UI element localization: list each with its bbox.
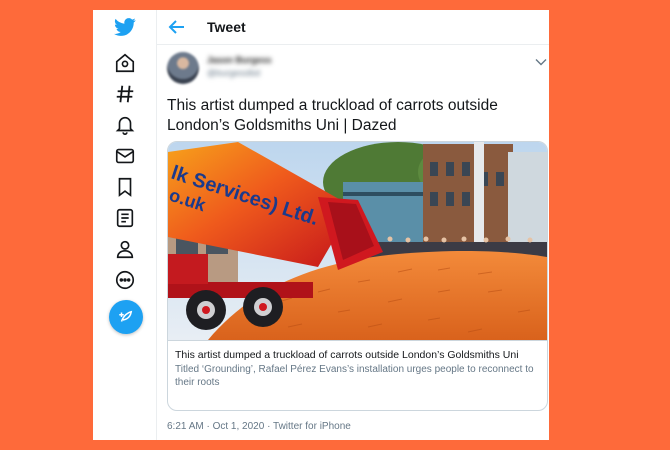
chevron-down-icon[interactable] bbox=[535, 58, 547, 66]
card-image[interactable]: lk Services) Ltd. o.uk bbox=[168, 142, 547, 340]
sidebar-nav bbox=[93, 10, 157, 440]
more-icon[interactable] bbox=[113, 268, 137, 292]
compose-icon bbox=[119, 310, 133, 322]
bookmark-icon[interactable] bbox=[113, 175, 137, 199]
home-icon[interactable] bbox=[113, 51, 137, 75]
tweet-date[interactable]: Oct 1, 2020 bbox=[213, 421, 265, 432]
twitter-logo-icon[interactable] bbox=[113, 15, 137, 39]
card-body[interactable]: This artist dumped a truckload of carrot… bbox=[168, 340, 547, 410]
author-name[interactable]: Jason Burgess bbox=[207, 55, 272, 65]
page-title: Tweet bbox=[207, 19, 246, 35]
avatar[interactable] bbox=[167, 52, 199, 84]
profile-icon[interactable] bbox=[113, 237, 137, 261]
page-header: Tweet bbox=[157, 10, 549, 45]
bell-icon[interactable] bbox=[113, 113, 137, 137]
back-arrow-icon[interactable] bbox=[167, 18, 187, 36]
tweet-text-line: London’s Goldsmiths Uni | Dazed bbox=[167, 117, 397, 134]
tweet-source: Twitter for iPhone bbox=[273, 421, 351, 432]
compose-tweet-button[interactable] bbox=[109, 300, 143, 334]
meta-separator: · bbox=[264, 421, 274, 432]
author-handle[interactable]: @burgesslbd bbox=[207, 68, 260, 78]
tweet-text: This artist dumped a truckload of carrot… bbox=[167, 96, 537, 136]
meta-separator: · bbox=[203, 421, 213, 432]
app-window: Tweet Jason Burgess @burgesslbd This art… bbox=[93, 10, 549, 440]
tweet-text-line: This artist dumped a truckload of carrot… bbox=[167, 97, 498, 114]
tweet-time[interactable]: 6:21 AM bbox=[167, 421, 204, 432]
link-preview-card[interactable]: lk Services) Ltd. o.uk This artist dumpe… bbox=[167, 141, 548, 411]
list-icon[interactable] bbox=[113, 206, 137, 230]
mail-icon[interactable] bbox=[113, 144, 137, 168]
tweet-meta: 6:21 AM · Oct 1, 2020 · Twitter for iPho… bbox=[167, 421, 351, 432]
card-title[interactable]: This artist dumped a truckload of carrot… bbox=[175, 349, 540, 361]
card-description: Titled ‘Grounding’, Rafael Pérez Evans’s… bbox=[175, 364, 534, 388]
hashtag-icon[interactable] bbox=[113, 82, 137, 106]
tweet-column: Tweet Jason Burgess @burgesslbd This art… bbox=[156, 10, 549, 440]
